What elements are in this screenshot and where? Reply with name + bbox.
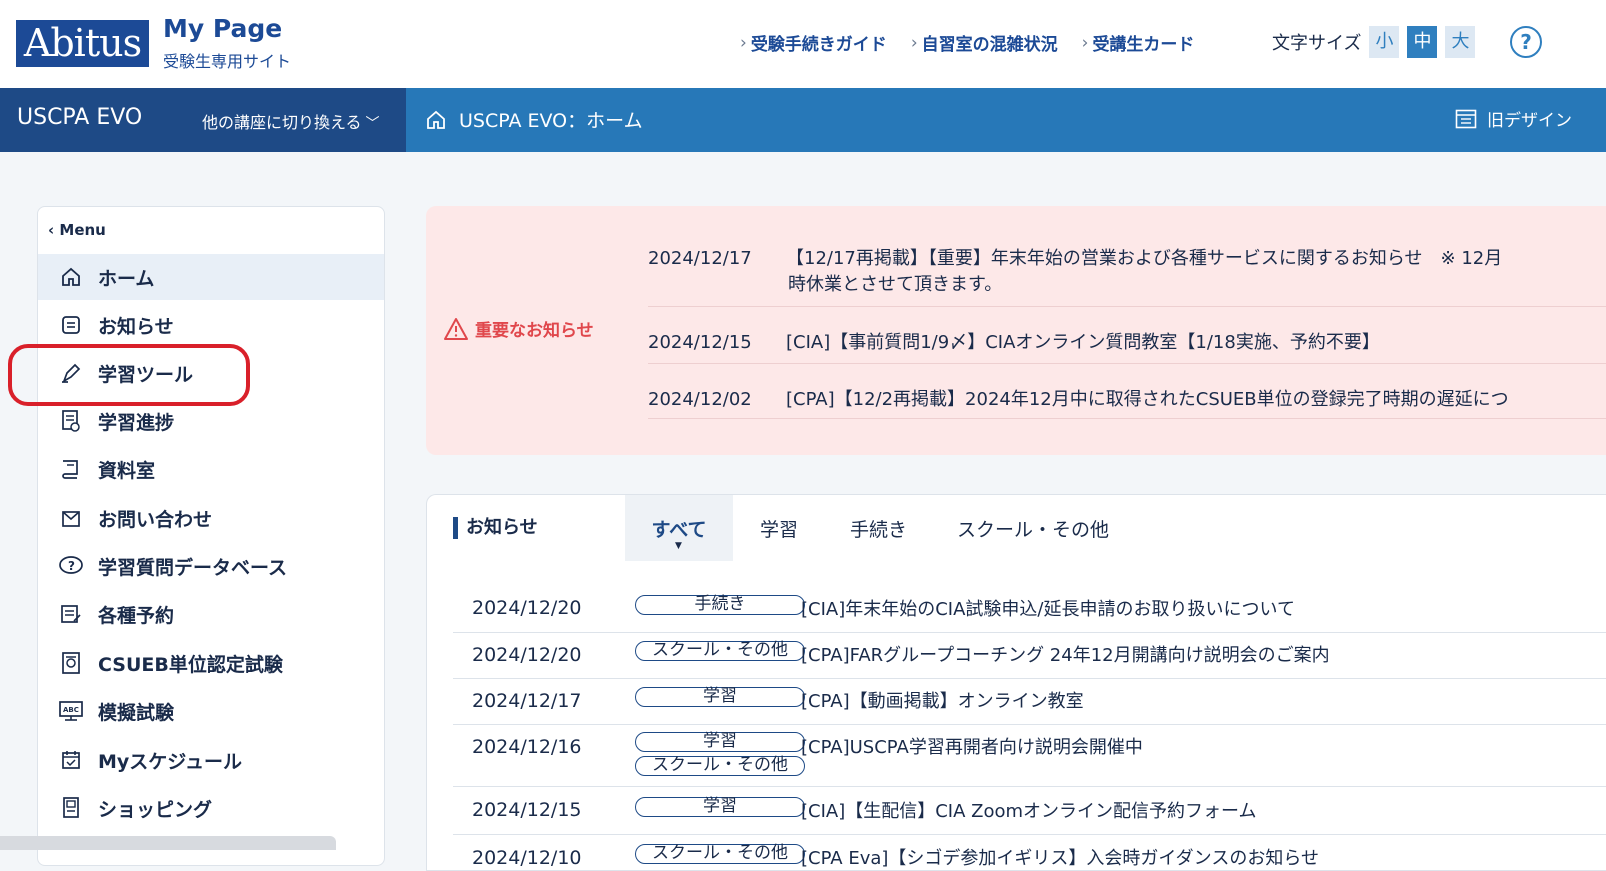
- divider: [648, 306, 1606, 307]
- top-header: Abitus My Page 受験生専用サイト › 受験手続きガイド › 自習室の混…: [0, 0, 1606, 88]
- tag-list: スクール・その他: [635, 641, 805, 661]
- exam-icon: ABC: [58, 698, 84, 724]
- important-item-continued[interactable]: 時休業とさせて頂きます。: [648, 270, 1606, 296]
- sidebar-item-library[interactable]: 資料室: [38, 446, 384, 492]
- tag-list: 学習: [635, 687, 805, 707]
- tab-all[interactable]: すべて ▼: [625, 495, 733, 561]
- notice-icon: [58, 312, 84, 338]
- news-title-link[interactable]: [CPA]【動画掲載】オンライン教室: [801, 687, 1084, 713]
- shopping-icon: [58, 795, 84, 821]
- font-size-selector: 文字サイズ 小 中 大: [1272, 26, 1476, 58]
- news-heading: お知らせ: [453, 517, 538, 539]
- category-tag: 学習: [635, 732, 805, 752]
- category-tag: 学習: [635, 797, 805, 817]
- document-icon: [1455, 109, 1477, 128]
- switch-course-button[interactable]: 他の講座に切り換える ﹀: [202, 109, 380, 133]
- sidebar-item-question-db[interactable]: ? 学習質問データベース: [38, 543, 384, 589]
- tab-study[interactable]: 学習: [760, 515, 798, 542]
- breadcrumb[interactable]: USCPA EVO：ホーム: [425, 106, 643, 133]
- abitus-logo[interactable]: Abitus: [16, 20, 149, 67]
- book-icon: [58, 456, 84, 482]
- category-tag: 学習: [635, 687, 805, 707]
- news-row[interactable]: 2024/12/15 学習 [CIA]【生配信】CIA Zoomオンライン配信予…: [453, 787, 1606, 835]
- question-icon: ?: [58, 553, 84, 579]
- svg-text:ABC: ABC: [63, 706, 79, 714]
- category-tag: スクール・その他: [635, 641, 805, 661]
- calendar-icon: [58, 747, 84, 773]
- category-tag: スクール・その他: [635, 756, 805, 776]
- top-links: › 受験手続きガイド › 自習室の混雑状況 › 受講生カード: [740, 30, 1195, 56]
- caret-down-icon: ▼: [675, 541, 682, 551]
- nav-bar: USCPA EVO 他の講座に切り換える ﹀ USCPA EVO：ホーム 旧デザイ…: [0, 88, 1606, 152]
- news-row[interactable]: 2024/12/10 スクール・その他 [CPA Eva]【シゴデ参加イギリス】…: [453, 835, 1606, 870]
- home-icon: [58, 264, 84, 290]
- course-panel: USCPA EVO 他の講座に切り換える ﹀: [0, 88, 406, 152]
- horizontal-scrollbar[interactable]: [0, 836, 336, 850]
- sidebar-item-shopping[interactable]: ショッピング: [38, 785, 384, 831]
- news-panel: お知らせ すべて ▼ 学習 手続き スクール・その他 2024/12/20 手続き…: [426, 494, 1606, 871]
- chevron-right-icon: ›: [740, 32, 747, 53]
- certificate-icon: [58, 650, 84, 676]
- svg-text:?: ?: [68, 559, 75, 573]
- important-notices: 重要なお知らせ 2024/12/17 【12/17再掲載】【重要】年末年始の営業お…: [426, 206, 1606, 455]
- divider: [648, 363, 1606, 364]
- font-size-medium-button[interactable]: 中: [1407, 26, 1438, 58]
- important-item[interactable]: 2024/12/15 [CIA]【事前質問1/9〆】CIAオンライン質問教室【1/…: [648, 328, 1606, 354]
- chevron-right-icon: ›: [910, 32, 918, 53]
- home-icon: [427, 110, 445, 129]
- news-row[interactable]: 2024/12/20 手続き [CIA]年末年始のCIA試験申込/延長申請のお取…: [453, 585, 1606, 633]
- important-item[interactable]: 2024/12/02 [CPA]【12/2再掲載】2024年12月中に取得されたC…: [648, 385, 1606, 411]
- highlight-annotation: [8, 344, 250, 406]
- tag-list: 手続き: [635, 595, 805, 615]
- sidebar-item-my-schedule[interactable]: Myスケジュール: [38, 737, 384, 783]
- sidebar-item-reservations[interactable]: 各種予約: [38, 591, 384, 637]
- warning-icon: [444, 317, 468, 340]
- news-title-link[interactable]: [CIA]【生配信】CIA Zoomオンライン配信予約フォーム: [801, 797, 1257, 823]
- sidebar-menu: ‹ Menu ホーム お知らせ 学習ツール 学習進捗 資料室 お問い合わせ ? …: [37, 206, 385, 866]
- category-tag: スクール・その他: [635, 844, 805, 864]
- student-card-link[interactable]: › 受講生カード: [1081, 30, 1195, 56]
- important-label: 重要なお知らせ: [443, 316, 594, 341]
- site-title: My Page: [163, 14, 283, 43]
- divider: [648, 418, 1606, 419]
- news-title-link[interactable]: [CIA]年末年始のCIA試験申込/延長申請のお取り扱いについて: [801, 595, 1295, 621]
- chevron-left-icon: ‹: [48, 221, 60, 239]
- font-size-label: 文字サイズ: [1272, 33, 1362, 54]
- important-item[interactable]: 2024/12/17 【12/17再掲載】【重要】年末年始の営業および各種サービス…: [648, 244, 1606, 270]
- news-title-link[interactable]: [CPA Eva]【シゴデ参加イギリス】入会時ガイダンスのお知らせ: [801, 844, 1319, 870]
- help-icon[interactable]: ?: [1510, 26, 1542, 58]
- category-tag: 手続き: [635, 595, 805, 615]
- news-row[interactable]: 2024/12/17 学習 [CPA]【動画掲載】オンライン教室: [453, 679, 1606, 725]
- sidebar-item-csueb-exam[interactable]: CSUEB単位認定試験: [38, 640, 384, 686]
- font-size-small-button[interactable]: 小: [1369, 26, 1400, 58]
- site-subtitle: 受験生専用サイト: [163, 52, 292, 71]
- chevron-down-icon: ﹀: [365, 116, 380, 132]
- chevron-right-icon: ›: [1081, 32, 1089, 53]
- exam-guide-link[interactable]: › 受験手続きガイド: [740, 30, 887, 56]
- mail-icon: [58, 505, 84, 531]
- tag-list: 学習 スクール・その他: [635, 732, 805, 776]
- sidebar-item-home[interactable]: ホーム: [38, 254, 384, 300]
- progress-icon: [58, 408, 84, 434]
- menu-back-button[interactable]: ‹ Menu: [48, 221, 106, 239]
- reserve-icon: [58, 601, 84, 627]
- study-room-link[interactable]: › 自習室の混雑状況: [910, 30, 1058, 56]
- old-design-button[interactable]: 旧デザイン: [1455, 106, 1572, 131]
- news-row[interactable]: 2024/12/20 スクール・その他 [CPA]FARグループコーチング 24…: [453, 633, 1606, 679]
- tag-list: スクール・その他: [635, 844, 805, 864]
- sidebar-item-notices[interactable]: お知らせ: [38, 302, 384, 348]
- sidebar-item-contact[interactable]: お問い合わせ: [38, 495, 384, 541]
- font-size-large-button[interactable]: 大: [1445, 26, 1476, 58]
- news-title-link[interactable]: [CPA]FARグループコーチング 24年12月開講向け説明会のご案内: [801, 641, 1330, 667]
- news-title-link[interactable]: [CPA]USCPA学習再開者向け説明会開催中: [801, 733, 1143, 759]
- course-name: USCPA EVO: [17, 105, 143, 130]
- tab-procedures[interactable]: 手続き: [850, 515, 907, 542]
- tab-school-other[interactable]: スクール・その他: [957, 515, 1109, 542]
- news-row[interactable]: 2024/12/16 学習 スクール・その他 [CPA]USCPA学習再開者向け…: [453, 725, 1606, 787]
- tag-list: 学習: [635, 797, 805, 817]
- sidebar-item-mock-exam[interactable]: ABC 模擬試験: [38, 688, 384, 734]
